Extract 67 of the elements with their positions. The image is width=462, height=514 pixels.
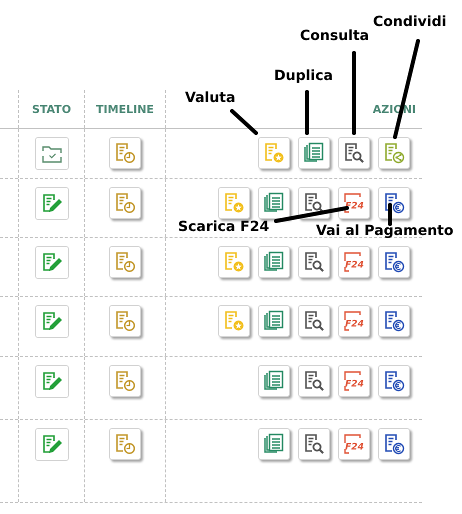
- search-document-icon: [342, 141, 366, 165]
- clock-document-icon: [113, 141, 137, 165]
- copy-document-icon: [262, 432, 286, 456]
- euro-document-icon: [382, 309, 406, 333]
- duplica-button[interactable]: [258, 187, 290, 219]
- consulta-button[interactable]: [338, 137, 370, 169]
- euro-document-icon: [382, 369, 406, 393]
- leader-line: [230, 109, 258, 135]
- callout-label: Condividi: [373, 14, 446, 30]
- timeline-button[interactable]: [109, 137, 141, 169]
- duplica-button[interactable]: [298, 137, 330, 169]
- search-document-icon: [302, 369, 326, 393]
- duplica-button[interactable]: [258, 365, 290, 397]
- edit-status-button[interactable]: [34, 305, 68, 338]
- timeline-button[interactable]: [109, 187, 141, 219]
- duplica-button[interactable]: [258, 428, 290, 460]
- clock-document-icon: [113, 250, 137, 274]
- clock-document-icon: [113, 369, 137, 393]
- clock-document-icon: [113, 309, 137, 333]
- search-document-icon: [302, 432, 326, 456]
- pagamento-button[interactable]: [378, 365, 410, 397]
- star-document-icon: [222, 250, 246, 274]
- edit-status-button[interactable]: [34, 246, 68, 279]
- euro-document-icon: [382, 250, 406, 274]
- pagamento-button[interactable]: [378, 305, 410, 337]
- copy-document-icon: [262, 191, 286, 215]
- pagamento-button[interactable]: [378, 428, 410, 460]
- copy-document-icon: [262, 369, 286, 393]
- edit-status-button[interactable]: [34, 187, 68, 220]
- star-document-icon: [262, 141, 286, 165]
- callout-label: Valuta: [185, 90, 236, 106]
- timeline-button[interactable]: [109, 305, 141, 337]
- pagamento-button[interactable]: [378, 187, 410, 219]
- timeline-button[interactable]: [109, 428, 141, 460]
- callout-label: Vai al Pagamento: [316, 223, 454, 239]
- condividi-button[interactable]: [378, 137, 410, 169]
- search-document-icon: [302, 250, 326, 274]
- search-document-icon: [302, 309, 326, 333]
- clock-document-icon: [113, 432, 137, 456]
- consulta-button[interactable]: [298, 246, 330, 278]
- timeline-button[interactable]: [109, 365, 141, 397]
- star-document-icon: [222, 191, 246, 215]
- copy-document-icon: [302, 141, 326, 165]
- euro-document-icon: [382, 191, 406, 215]
- folder-status-button[interactable]: [34, 137, 68, 170]
- callout-label: Scarica F24: [178, 219, 270, 235]
- star-document-icon: [222, 309, 246, 333]
- leader-line: [305, 90, 309, 135]
- timeline-button[interactable]: [109, 246, 141, 278]
- pagamento-button[interactable]: [378, 246, 410, 278]
- leader-line: [388, 203, 392, 226]
- column-header: STATO: [32, 102, 72, 116]
- consulta-button[interactable]: [298, 365, 330, 397]
- copy-document-icon: [262, 309, 286, 333]
- duplica-button[interactable]: [258, 305, 290, 337]
- duplica-button[interactable]: [258, 246, 290, 278]
- edit-status-button[interactable]: [34, 428, 68, 461]
- column-header: TIMELINE: [96, 102, 154, 116]
- euro-document-icon: [382, 432, 406, 456]
- callout-label: Consulta: [300, 28, 370, 44]
- share-document-icon: [382, 141, 406, 165]
- consulta-button[interactable]: [298, 428, 330, 460]
- callout-label: Duplica: [274, 68, 333, 84]
- clock-document-icon: [113, 191, 137, 215]
- copy-document-icon: [262, 250, 286, 274]
- edit-status-button[interactable]: [34, 365, 68, 398]
- consulta-button[interactable]: [298, 305, 330, 337]
